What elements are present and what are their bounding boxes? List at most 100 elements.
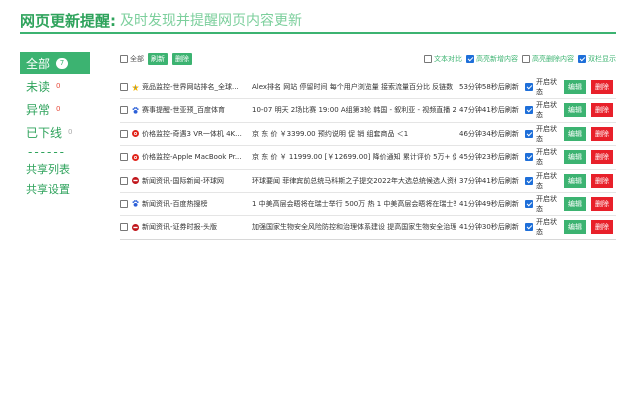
option-label: 双栏显示 <box>588 55 616 63</box>
row-status-toggle[interactable]: 开启状态 <box>525 100 563 120</box>
table-row: 新闻资讯-国际新闻-环球网 环球要闻 菲律宾前总统马科斯之子提交2022年大选总统… <box>120 170 616 192</box>
text-compare-checkbox[interactable] <box>424 55 432 63</box>
sidebar-item-label: 未读 <box>26 79 51 94</box>
delete-button[interactable]: 删除 <box>591 196 613 211</box>
row-content-preview[interactable]: 环球要闻 菲律宾前总统马科斯之子提交2022年大选总统候选人资格证书 ... <box>252 176 456 186</box>
row-content-preview[interactable]: 京 东 价 ￥3399.00 预约说明 促 销 组套商品 ＜1 <box>252 129 456 139</box>
sidebar-link-shared-list[interactable]: 共享列表 <box>20 160 90 180</box>
row-status-toggle[interactable]: 开启状态 <box>525 147 563 167</box>
status-checkbox[interactable] <box>525 83 533 91</box>
edit-button[interactable]: 编辑 <box>564 196 586 211</box>
row-checkbox[interactable] <box>120 106 128 115</box>
table-row: 价格监控-奇遇3 VR一体机 4K... 京 东 价 ￥3399.00 预约说明 … <box>120 123 616 145</box>
row-task-name[interactable]: 价格监控-Apple MacBook Pr... <box>142 152 250 162</box>
row-refresh-countdown: 45分钟23秒后刷新 <box>459 153 519 162</box>
sidebar-item-all[interactable]: 全部 7 <box>20 52 90 74</box>
row-status-toggle[interactable]: 开启状态 <box>525 124 563 144</box>
count-badge: 0 <box>68 128 73 136</box>
select-all-checkbox[interactable] <box>120 55 128 63</box>
edit-button[interactable]: 编辑 <box>564 220 586 235</box>
sidebar-item-label: 全部 <box>26 56 51 71</box>
edit-button[interactable]: 编辑 <box>564 103 586 118</box>
status-checkbox[interactable] <box>525 106 533 115</box>
option-label: 高亮新增内容 <box>476 55 518 63</box>
sidebar-item-offline[interactable]: 已下线 0 <box>20 121 90 143</box>
delete-button[interactable]: 删除 <box>591 103 613 118</box>
row-content-preview[interactable]: 1 中美高层会晤将在瑞士举行 500万 热 1 中美高层会晤将在瑞士举行 500… <box>252 199 456 209</box>
row-content-preview[interactable]: Alex排名 网站 停留时间 每个用户浏览量 接索流量百分比 反链数 ... <box>252 82 456 92</box>
delete-button[interactable]: 删除 <box>591 126 613 141</box>
row-content-preview[interactable]: 京 东 价 ￥ 11999.00 [￥12699.00] 降价通知 累计评价 5… <box>252 152 456 162</box>
sidebar: 全部 7 未读 0 异常 0 已下线 0 ------ 共享列表 共享设置 <box>20 52 90 200</box>
status-checkbox[interactable] <box>525 223 533 232</box>
edit-button[interactable]: 编辑 <box>564 150 586 165</box>
sidebar-item-unread[interactable]: 未读 0 <box>20 75 90 97</box>
jd-icon <box>132 153 139 161</box>
table-row: 新闻资讯-百度热搜榜 1 中美高层会晤将在瑞士举行 500万 热 1 中美高层会晤… <box>120 193 616 215</box>
dual-column-checkbox[interactable] <box>578 55 586 63</box>
paw-icon <box>132 107 139 114</box>
status-checkbox[interactable] <box>525 199 533 208</box>
paw-icon <box>132 200 139 208</box>
row-refresh-countdown: 41分钟30秒后刷新 <box>459 223 519 232</box>
table-row: 新闻资讯-证券时报-头版 加强国家生物安全风险防控和治理体系建设 提高国家生物安全… <box>120 216 616 238</box>
sidebar-link-shared-settings[interactable]: 共享设置 <box>20 180 90 200</box>
refresh-button[interactable]: 刷新 <box>148 53 168 65</box>
row-refresh-countdown: 41分钟49秒后刷新 <box>459 199 519 208</box>
highlight-removed-checkbox[interactable] <box>522 55 530 63</box>
row-content-preview[interactable]: 10-07 明天 2场比赛 19:00 A组第3轮 韩国 - 叙利亚 - 视频直… <box>252 105 456 115</box>
row-status-toggle[interactable]: 开启状态 <box>525 217 563 237</box>
option-label: 高亮删除内容 <box>532 55 574 63</box>
row-content-preview[interactable]: 加强国家生物安全风险防控和治理体系建设 提高国家生物安全治理能力 深... <box>252 222 456 232</box>
row-checkbox[interactable] <box>120 83 128 91</box>
highlight-added-checkbox[interactable] <box>466 55 474 63</box>
delete-button[interactable]: 删除 <box>591 220 613 235</box>
news-icon <box>132 177 139 185</box>
status-label: 开启状态 <box>536 171 557 190</box>
monitor-list: 竞品监控-世界网站排名_全球... Alex排名 网站 停留时间 每个用户浏览量 … <box>120 76 616 241</box>
table-row: 竞品监控-世界网站排名_全球... Alex排名 网站 停留时间 每个用户浏览量 … <box>120 76 616 98</box>
row-task-name[interactable]: 新闻资讯-国际新闻-环球网 <box>142 176 250 186</box>
star-rainbow-icon <box>132 83 139 91</box>
page-header: 网页更新提醒: 及时发现并提醒网页内容更新 <box>20 8 616 34</box>
row-status-toggle[interactable]: 开启状态 <box>525 194 563 214</box>
status-label: 开启状态 <box>536 78 557 96</box>
status-checkbox[interactable] <box>525 176 533 185</box>
status-label: 开启状态 <box>536 101 557 120</box>
row-refresh-countdown: 37分钟41秒后刷新 <box>459 176 519 185</box>
row-checkbox[interactable] <box>120 176 128 185</box>
row-task-name[interactable]: 赛事提醒-世亚预_百度体育 <box>142 105 250 115</box>
row-checkbox[interactable] <box>120 199 128 208</box>
status-label: 开启状态 <box>536 124 557 143</box>
count-badge: 0 <box>56 105 61 113</box>
row-task-name[interactable]: 竞品监控-世界网站排名_全球... <box>142 82 250 92</box>
count-badge: 7 <box>56 57 69 69</box>
delete-button[interactable]: 删除 <box>591 173 613 188</box>
sidebar-item-error[interactable]: 异常 0 <box>20 98 90 120</box>
news-icon <box>132 223 139 231</box>
row-checkbox[interactable] <box>120 129 128 138</box>
delete-button[interactable]: 删除 <box>591 80 613 94</box>
edit-button[interactable]: 编辑 <box>564 173 586 188</box>
list-bottom-border <box>120 239 616 241</box>
edit-button[interactable]: 编辑 <box>564 126 586 141</box>
row-refresh-countdown: 47分钟41秒后刷新 <box>459 106 519 115</box>
row-task-name[interactable]: 新闻资讯-百度热搜榜 <box>142 199 250 209</box>
row-task-name[interactable]: 价格监控-奇遇3 VR一体机 4K... <box>142 129 250 139</box>
delete-button[interactable]: 删除 <box>591 150 613 165</box>
delete-selected-button[interactable]: 删除 <box>172 53 192 65</box>
table-row: 赛事提醒-世亚预_百度体育 10-07 明天 2场比赛 19:00 A组第3轮 韩… <box>120 99 616 121</box>
row-checkbox[interactable] <box>120 223 128 232</box>
status-label: 开启状态 <box>536 218 557 237</box>
jd-icon <box>132 130 139 138</box>
row-status-toggle[interactable]: 开启状态 <box>525 171 563 191</box>
row-task-name[interactable]: 新闻资讯-证券时报-头版 <box>142 222 250 232</box>
toolbar: 全部 刷新 删除 文本对比 高亮新增内容 高亮删除内容 双栏显示 <box>120 52 616 66</box>
edit-button[interactable]: 编辑 <box>564 80 586 94</box>
status-label: 开启状态 <box>536 194 557 213</box>
row-checkbox[interactable] <box>120 153 128 162</box>
status-checkbox[interactable] <box>525 153 533 162</box>
row-status-toggle[interactable]: 开启状态 <box>525 77 563 97</box>
row-refresh-countdown: 46分钟34秒后刷新 <box>459 129 519 138</box>
status-checkbox[interactable] <box>525 129 533 138</box>
